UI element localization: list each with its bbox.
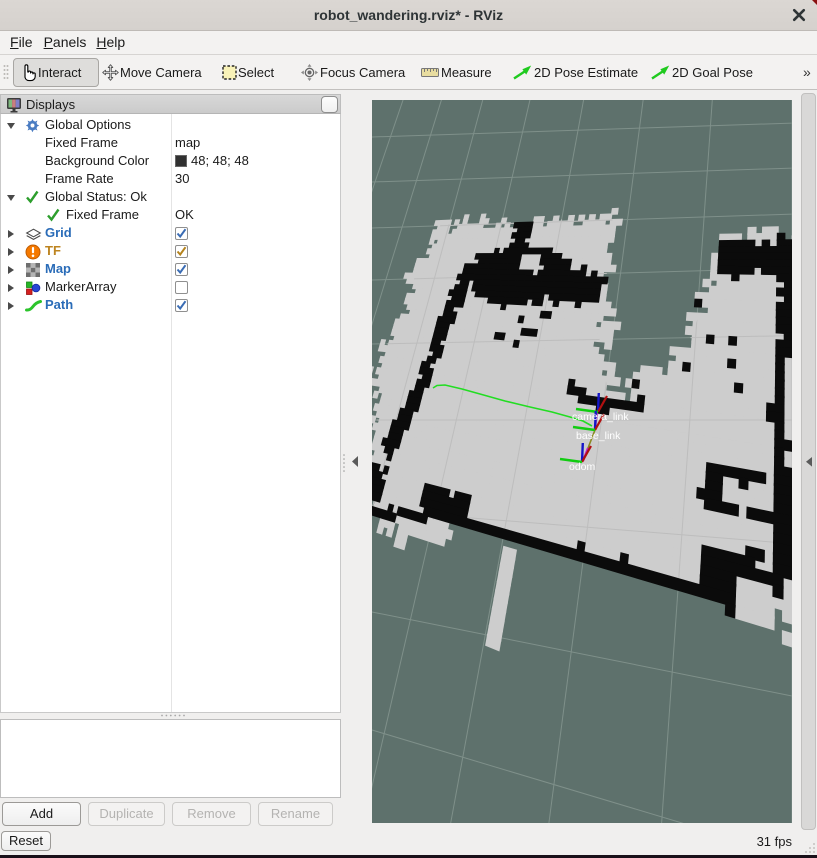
svg-text:odom: odom [569,461,596,473]
svg-text:camera_link: camera_link [572,411,629,423]
svg-text:base_link: base_link [576,430,621,442]
